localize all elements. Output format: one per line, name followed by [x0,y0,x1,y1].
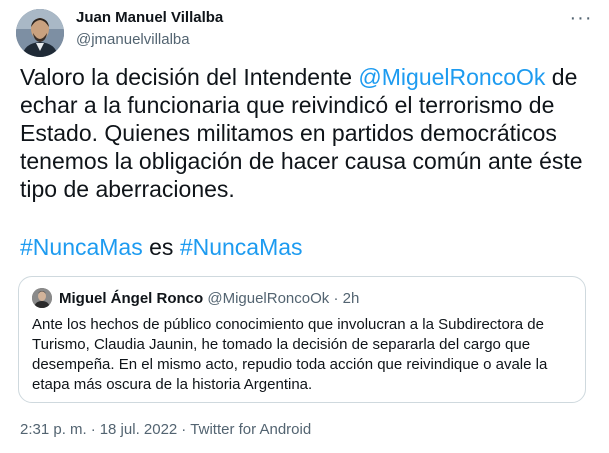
quoted-author-handle: @MiguelRoncoOk [207,290,330,307]
quoted-author-name: Miguel Ángel Ronco [59,290,204,307]
quoted-separator: · [329,290,343,307]
tweet-text-part: Valoro la decisión del Intendente [20,64,359,90]
hashtag-link[interactable]: #NuncaMas [20,234,143,260]
quoted-author-avatar [32,288,52,308]
tweet-hashtags: #NuncaMas es #NuncaMas [20,233,303,261]
author-avatar[interactable] [16,9,64,57]
tweet-time[interactable]: 2:31 p. m. [20,421,87,438]
quoted-tweet-text: Ante los hechos de público conocimiento … [32,316,548,393]
avatar-photo-icon [16,9,64,57]
mention-link[interactable]: @MiguelRoncoOk [358,64,545,90]
quoted-tweet-card[interactable]: Miguel Ángel Ronco @MiguelRoncoOk · 2h A… [18,276,586,403]
quoted-timestamp: 2h [342,290,360,307]
author-name[interactable]: Juan Manuel Villalba [76,9,223,26]
hashtag-joiner: es [142,234,180,260]
tweet-date[interactable]: 18 jul. 2022 [100,421,178,438]
meta-separator: · [181,421,187,438]
meta-separator: · [90,421,96,438]
hashtag-link[interactable]: #NuncaMas [180,234,303,260]
quoted-tweet-header: Miguel Ángel Ronco @MiguelRoncoOk · 2h [59,290,359,307]
tweet: Juan Manuel Villalba @jmanuelvillalba ··… [0,0,609,453]
tweet-source[interactable]: Twitter for Android [190,421,311,438]
tweet-metadata: 2:31 p. m. · 18 jul. 2022 · Twitter for Andr… [20,421,311,438]
more-options-icon[interactable]: ··· [567,4,595,32]
avatar-photo-icon [32,288,52,308]
author-handle[interactable]: @jmanuelvillalba [76,31,190,48]
tweet-text: Valoro la decisión del Intendente @Migue… [20,63,590,203]
